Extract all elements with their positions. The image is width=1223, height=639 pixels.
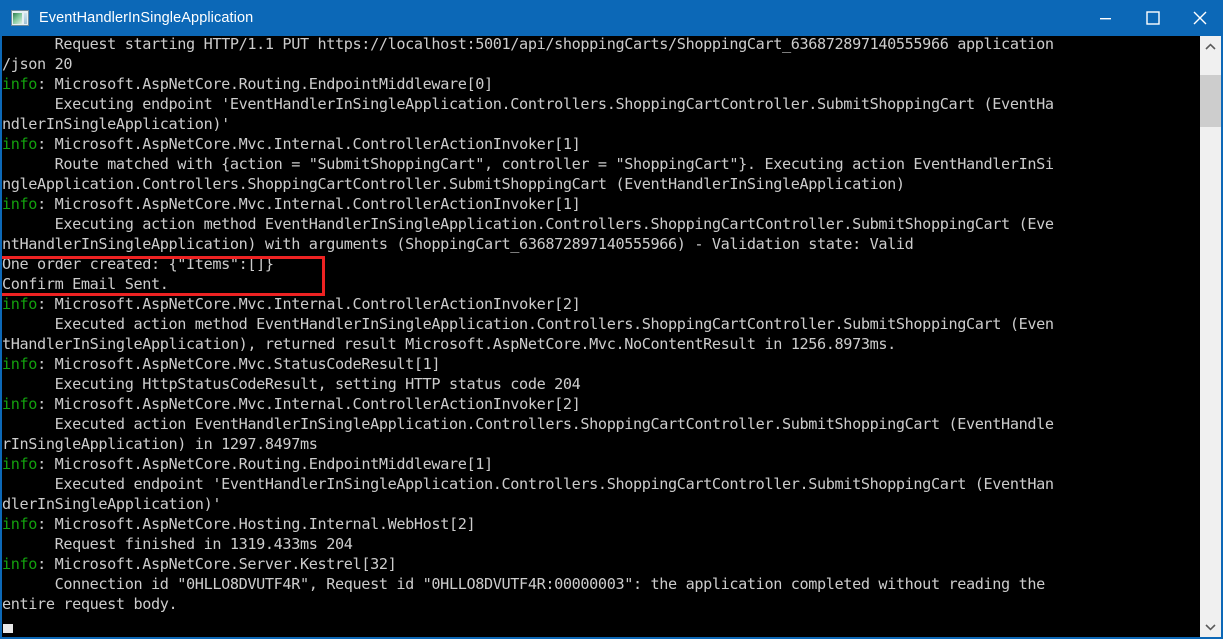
console-line: Executing HttpStatusCodeResult, setting … <box>2 374 1199 394</box>
console-line: rInSingleApplication) in 1297.8497ms <box>2 434 1199 454</box>
log-level-info: info <box>2 195 38 213</box>
window-title: EventHandlerInSingleApplication <box>39 10 254 26</box>
console-line: info: Microsoft.AspNetCore.Hosting.Inter… <box>2 514 1199 534</box>
log-level-info: info <box>2 515 38 533</box>
console-area: Request starting HTTP/1.1 PUT https://lo… <box>0 36 1223 639</box>
console-line: info: Microsoft.AspNetCore.Routing.Endpo… <box>2 454 1199 474</box>
console-line: /json 20 <box>2 54 1199 74</box>
console-line: Request starting HTTP/1.1 PUT https://lo… <box>2 36 1199 54</box>
console-line: info: Microsoft.AspNetCore.Server.Kestre… <box>2 554 1199 574</box>
console-line-text: : Microsoft.AspNetCore.Mvc.StatusCodeRes… <box>37 355 441 373</box>
console-line: Request finished in 1319.433ms 204 <box>2 534 1199 554</box>
console-line: info: Microsoft.AspNetCore.Mvc.Internal.… <box>2 294 1199 314</box>
console-line-text: Executing endpoint 'EventHandlerInSingle… <box>2 95 1054 113</box>
log-level-info: info <box>2 135 38 153</box>
console-line-text: Request finished in 1319.433ms 204 <box>2 535 353 553</box>
console-line-text: rInSingleApplication) in 1297.8497ms <box>2 435 318 453</box>
console-line-text: Executing HttpStatusCodeResult, setting … <box>2 375 581 393</box>
console-line: Executed action EventHandlerInSingleAppl… <box>2 414 1199 434</box>
console-line: One order created: {"Items":[]} <box>2 254 1199 274</box>
title-bar[interactable]: EventHandlerInSingleApplication <box>0 0 1223 36</box>
console-line-text: tHandlerInSingleApplication), returned r… <box>2 335 896 353</box>
console-line-text: Route matched with {action = "SubmitShop… <box>2 155 1054 173</box>
console-line-text: dlerInSingleApplication)' <box>2 495 222 513</box>
console-line: Executing action method EventHandlerInSi… <box>2 214 1199 234</box>
console-line: info: Microsoft.AspNetCore.Mvc.Internal.… <box>2 194 1199 214</box>
console-line-text: Connection id "0HLLO8DVUTF4R", Request i… <box>2 575 1046 593</box>
scrollbar-track[interactable] <box>1200 57 1221 616</box>
console-line: Executed endpoint 'EventHandlerInSingleA… <box>2 474 1199 494</box>
console-line: ntHandlerInSingleApplication) with argum… <box>2 234 1199 254</box>
console-line: info: Microsoft.AspNetCore.Mvc.StatusCod… <box>2 354 1199 374</box>
console-line-text: : Microsoft.AspNetCore.Mvc.Internal.Cont… <box>37 195 581 213</box>
vertical-scrollbar[interactable] <box>1199 36 1221 637</box>
console-line: Executed action method EventHandlerInSin… <box>2 314 1199 334</box>
console-line-text: Executed action method EventHandlerInSin… <box>2 315 1054 333</box>
console-line: Connection id "0HLLO8DVUTF4R", Request i… <box>2 574 1199 594</box>
log-level-info: info <box>2 295 38 313</box>
console-line: Executing endpoint 'EventHandlerInSingle… <box>2 94 1199 114</box>
console-line-text: : Microsoft.AspNetCore.Server.Kestrel[32… <box>37 555 397 573</box>
console-line: tHandlerInSingleApplication), returned r… <box>2 334 1199 354</box>
console-line-text: Executing action method EventHandlerInSi… <box>2 215 1054 233</box>
console-line: Route matched with {action = "SubmitShop… <box>2 154 1199 174</box>
console-line-text: /json 20 <box>2 55 73 73</box>
console-line-text: entire request body. <box>2 595 178 613</box>
console-line-text: : Microsoft.AspNetCore.Mvc.Internal.Cont… <box>37 395 581 413</box>
console-line: entire request body. <box>2 594 1199 614</box>
console-line: info: Microsoft.AspNetCore.Mvc.Internal.… <box>2 394 1199 414</box>
console-line: info: Microsoft.AspNetCore.Mvc.Internal.… <box>2 134 1199 154</box>
log-level-info: info <box>2 555 38 573</box>
console-window: EventHandlerInSingleApplication Request … <box>0 0 1223 639</box>
console-line-list: Request starting HTTP/1.1 PUT https://lo… <box>2 36 1199 614</box>
console-line-text: : Microsoft.AspNetCore.Routing.EndpointM… <box>37 75 493 93</box>
console-line: ngleApplication.Controllers.ShoppingCart… <box>2 174 1199 194</box>
log-level-info: info <box>2 75 38 93</box>
console-line-text: ngleApplication.Controllers.ShoppingCart… <box>2 175 905 193</box>
console-line-text: Executed endpoint 'EventHandlerInSingleA… <box>2 475 1054 493</box>
log-level-info: info <box>2 355 38 373</box>
minimize-button[interactable] <box>1082 0 1129 36</box>
console-line-text: : Microsoft.AspNetCore.Mvc.Internal.Cont… <box>37 295 581 313</box>
console-line-text: : Microsoft.AspNetCore.Routing.EndpointM… <box>37 455 493 473</box>
close-button[interactable] <box>1176 0 1223 36</box>
console-line-text: ndlerInSingleApplication)' <box>2 115 230 133</box>
window-controls <box>1082 0 1223 36</box>
console-output[interactable]: Request starting HTTP/1.1 PUT https://lo… <box>2 36 1199 637</box>
maximize-button[interactable] <box>1129 0 1176 36</box>
chevron-up-icon[interactable] <box>1200 36 1221 57</box>
console-line-text: : Microsoft.AspNetCore.Mvc.Internal.Cont… <box>37 135 581 153</box>
console-line-text: Executed action EventHandlerInSingleAppl… <box>2 415 1054 433</box>
chevron-down-icon[interactable] <box>1200 616 1221 637</box>
console-line: Confirm Email Sent. <box>2 274 1199 294</box>
console-window-icon <box>11 10 29 26</box>
scrollbar-thumb[interactable] <box>1200 75 1221 127</box>
console-line: ndlerInSingleApplication)' <box>2 114 1199 134</box>
console-line: dlerInSingleApplication)' <box>2 494 1199 514</box>
console-line-text: : Microsoft.AspNetCore.Hosting.Internal.… <box>37 515 476 533</box>
log-level-info: info <box>2 395 38 413</box>
console-line: info: Microsoft.AspNetCore.Routing.Endpo… <box>2 74 1199 94</box>
console-line-text: One order created: {"Items":[]} <box>2 255 274 273</box>
console-line-text: ntHandlerInSingleApplication) with argum… <box>2 235 914 253</box>
console-caret <box>3 624 13 633</box>
console-line-text: Request starting HTTP/1.1 PUT https://lo… <box>2 36 1054 53</box>
log-level-info: info <box>2 455 38 473</box>
console-line-text: Confirm Email Sent. <box>2 275 169 293</box>
